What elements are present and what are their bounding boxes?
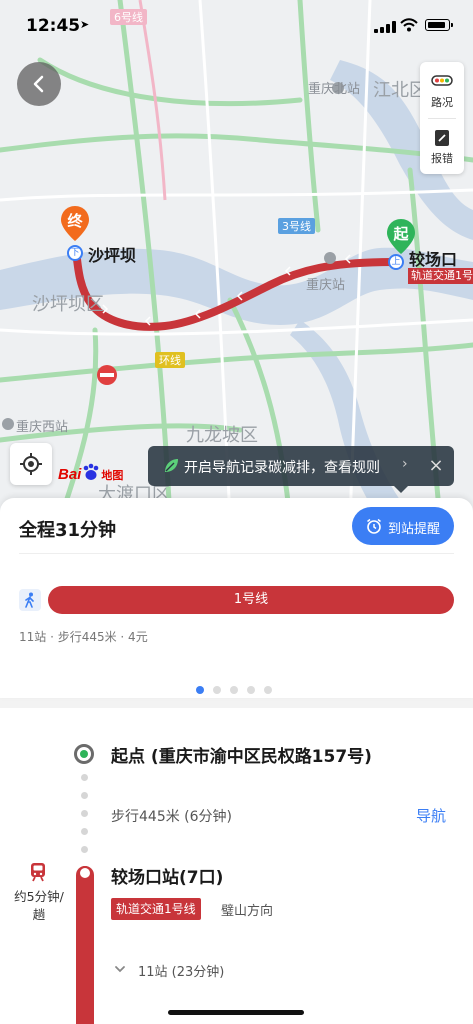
chongqing-north-label: 重庆北站 — [308, 82, 361, 97]
arrival-reminder-label: 到站提醒 — [388, 522, 441, 537]
page-dot[interactable] — [213, 686, 221, 694]
walk-path-dot — [81, 792, 88, 799]
line3-label: 3号线 — [278, 218, 315, 234]
subway-train-icon — [31, 863, 45, 882]
traffic-icon — [431, 75, 453, 86]
status-bar: 12:45 ➤ — [0, 0, 473, 50]
stops-count[interactable]: 11站 (23分钟) — [138, 961, 224, 980]
walk-icon — [19, 589, 41, 611]
line1-segment: 1号线 — [48, 586, 454, 614]
tip-text: 开启导航记录碳减排，查看规则 — [184, 460, 380, 476]
logo-text-bai: Bai — [58, 466, 82, 483]
wifi-icon — [400, 18, 418, 32]
navigate-button[interactable]: 导航 — [416, 805, 446, 826]
chevron-left-icon — [33, 75, 44, 93]
start-station-name: 较场口 — [409, 250, 458, 269]
walk-step-detail: 步行445米 (6分钟) — [111, 809, 233, 825]
walk-path-dot — [81, 828, 88, 835]
boarding-station-dot — [78, 866, 92, 880]
alarm-clock-icon — [367, 518, 381, 534]
ring-line-label: 环线 — [155, 352, 185, 368]
carbon-tip-banner[interactable]: 开启导航记录碳减排，查看规则 › × — [148, 446, 454, 493]
train-frequency: 约5分钟/趟 — [14, 889, 64, 922]
baidu-map-logo: Bai 地图 — [58, 462, 123, 486]
start-point-icon — [74, 744, 94, 764]
jiulongpo-label: 九龙坡区 — [186, 425, 258, 446]
home-indicator — [168, 1010, 304, 1015]
chevron-right-icon: › — [402, 456, 408, 472]
shapingba-district-label: 沙坪坝区 — [32, 294, 104, 315]
end-station-icon: 下 — [67, 245, 83, 261]
route-summary-card[interactable]: 全程31分钟 到站提醒 1号线 11站 · 步行445米 · 4元 — [0, 498, 473, 698]
chevron-down-icon[interactable] — [114, 963, 126, 975]
map-tools-panel: 路况 报错 — [420, 62, 464, 174]
report-error-label: 报错 — [431, 152, 453, 165]
walk-path-dot — [81, 810, 88, 817]
chongqing-station-label: 重庆站 — [306, 278, 346, 293]
route-meta: 11站 · 步行445米 · 4元 — [19, 630, 148, 644]
end-marker-char: 终 — [67, 212, 83, 230]
total-duration: 全程31分钟 — [19, 520, 117, 541]
start-marker-char: 起 — [393, 225, 409, 243]
route-map[interactable]: 6号线 3号线 环线 重庆北站 江北区 重庆站 沙坪坝区 重庆西站 九龙坡区 大… — [0, 0, 473, 520]
locate-icon — [20, 453, 42, 475]
battery-icon — [425, 19, 453, 31]
back-button[interactable] — [17, 62, 61, 106]
boarding-station-title[interactable]: 较场口站(7口) — [111, 863, 223, 888]
start-station-icon: 上 — [388, 254, 404, 270]
arrival-reminder-button[interactable]: 到站提醒 — [352, 507, 454, 545]
page-dot[interactable] — [196, 686, 204, 694]
status-time: 12:45 — [26, 16, 81, 36]
page-dot[interactable] — [230, 686, 238, 694]
line1-rail — [76, 866, 94, 1024]
report-error-icon — [435, 130, 449, 146]
walk-path-dot — [81, 846, 88, 853]
start-point-title: 起点 (重庆市渝中区民权路157号) — [111, 747, 372, 767]
jiangbei-label: 江北区 — [373, 80, 427, 101]
report-error-button[interactable]: 报错 — [420, 118, 464, 174]
location-arrow-icon: ➤ — [80, 18, 90, 31]
start-line-tag: 轨道交通1号 — [408, 268, 473, 284]
card-divider — [19, 553, 454, 554]
route-page-indicator[interactable] — [196, 679, 281, 694]
route-steps: 起点 (重庆市渝中区民权路157号) 步行445米 (6分钟) 导航 约5分钟/… — [0, 708, 473, 1024]
traffic-button[interactable]: 路况 — [420, 62, 464, 118]
end-station-name: 沙坪坝 — [88, 246, 137, 265]
section-separator — [0, 698, 473, 708]
walk-path-dot — [81, 774, 88, 781]
tip-close-button[interactable]: × — [424, 454, 448, 478]
line-direction: 璧山方向 — [221, 904, 274, 919]
page-dot[interactable] — [247, 686, 255, 694]
leaf-icon — [165, 459, 178, 472]
page-dot[interactable] — [264, 686, 272, 694]
locate-button[interactable] — [10, 443, 52, 485]
logo-text-map: 地图 — [101, 469, 124, 482]
traffic-label: 路况 — [431, 96, 453, 109]
cellular-signal-icon — [374, 21, 396, 33]
line-tag: 轨道交通1号线 — [111, 898, 201, 920]
chongqing-west-label: 重庆西站 — [16, 420, 69, 435]
baidu-paw-icon — [84, 463, 99, 480]
